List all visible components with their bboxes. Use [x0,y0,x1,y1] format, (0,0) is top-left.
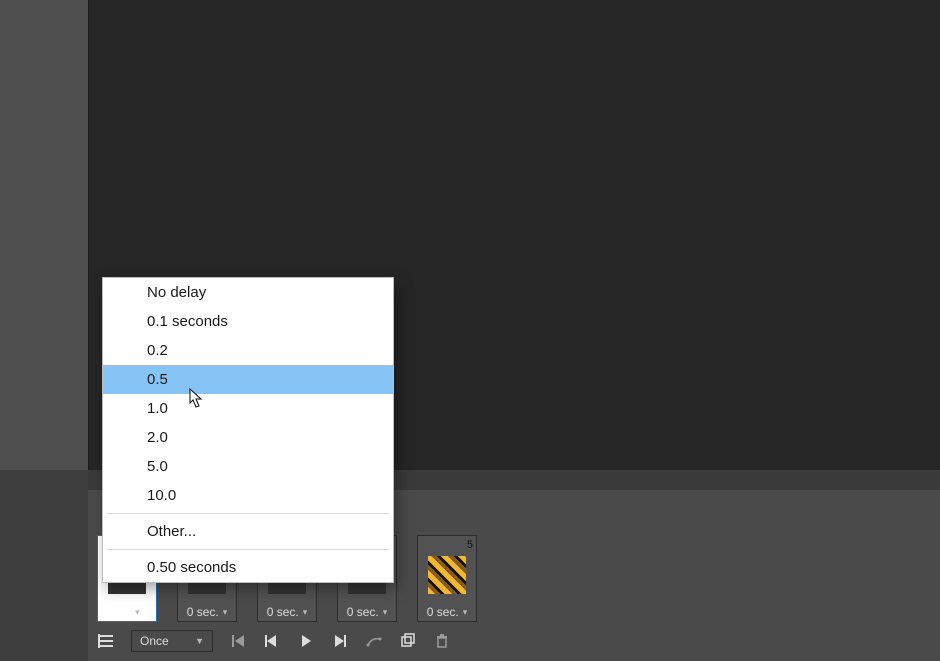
delete-frame-button[interactable] [433,632,451,650]
left-gutter [0,0,88,470]
playback-bar: Once ▼ [97,628,451,654]
menu-item-label: 2.0 [147,429,168,446]
frame-delay-value: 0.5 [114,605,131,619]
frame-delay-dropdown[interactable]: 0 sec. ▾ [417,603,477,621]
delay-option[interactable]: 0.5 [103,365,393,394]
frame-delay-dropdown[interactable]: 0 sec. ▾ [257,603,317,621]
frame-delay-value: 0 sec. [427,605,459,619]
chevron-down-icon: ▾ [135,607,140,618]
chevron-down-icon: ▾ [383,607,388,618]
delay-option-other[interactable]: Other... [103,517,393,546]
menu-item-label: 0.50 seconds [147,559,236,576]
menu-separator [107,549,389,550]
frame-delay-dropdown[interactable]: 0 sec. ▾ [177,603,237,621]
chevron-down-icon: ▾ [463,607,468,618]
frame-delay-menu: No delay 0.1 seconds 0.2 0.5 1.0 2.0 5.0… [102,277,394,583]
prev-frame-button[interactable] [263,632,281,650]
play-button[interactable] [297,632,315,650]
loop-mode-value: Once [140,634,169,648]
menu-item-label: 0.1 seconds [147,313,228,330]
frame-number: 5 [418,536,476,554]
frame-delay-dropdown[interactable]: 0 sec. ▾ [337,603,397,621]
chevron-down-icon: ▼ [195,636,204,646]
frame-delay-value: 0 sec. [267,605,299,619]
frame-delay-value: 0 sec. [187,605,219,619]
menu-item-label: No delay [147,284,206,301]
delay-option[interactable]: 5.0 [103,452,393,481]
tween-button[interactable] [365,632,383,650]
timeline-menu-icon[interactable] [97,632,115,650]
frame-delay-row: 0.5 ▾ 0 sec. ▾ 0 sec. ▾ 0 sec. ▾ 0 sec. … [97,603,477,621]
menu-item-label: 0.2 [147,342,168,359]
first-frame-button[interactable] [229,632,247,650]
menu-item-label: Other... [147,523,196,540]
menu-item-label: 10.0 [147,487,176,504]
frame-delay-dropdown[interactable]: 0.5 ▾ [97,603,157,621]
menu-item-label: 1.0 [147,400,168,417]
menu-item-label: 5.0 [147,458,168,475]
frame-delay-value: 0 sec. [347,605,379,619]
duplicate-frame-button[interactable] [399,632,417,650]
delay-option[interactable]: No delay [103,278,393,307]
menu-item-label: 0.5 [147,371,168,388]
delay-option[interactable]: 10.0 [103,481,393,510]
delay-option-current[interactable]: 0.50 seconds [103,553,393,582]
delay-option[interactable]: 1.0 [103,394,393,423]
chevron-down-icon: ▾ [223,607,228,618]
left-gutter-lower [0,470,88,661]
delay-option[interactable]: 2.0 [103,423,393,452]
loop-mode-dropdown[interactable]: Once ▼ [131,630,213,652]
menu-separator [107,513,389,514]
delay-option[interactable]: 0.2 [103,336,393,365]
chevron-down-icon: ▾ [303,607,308,618]
delay-option[interactable]: 0.1 seconds [103,307,393,336]
next-frame-button[interactable] [331,632,349,650]
frame-image [428,556,466,594]
